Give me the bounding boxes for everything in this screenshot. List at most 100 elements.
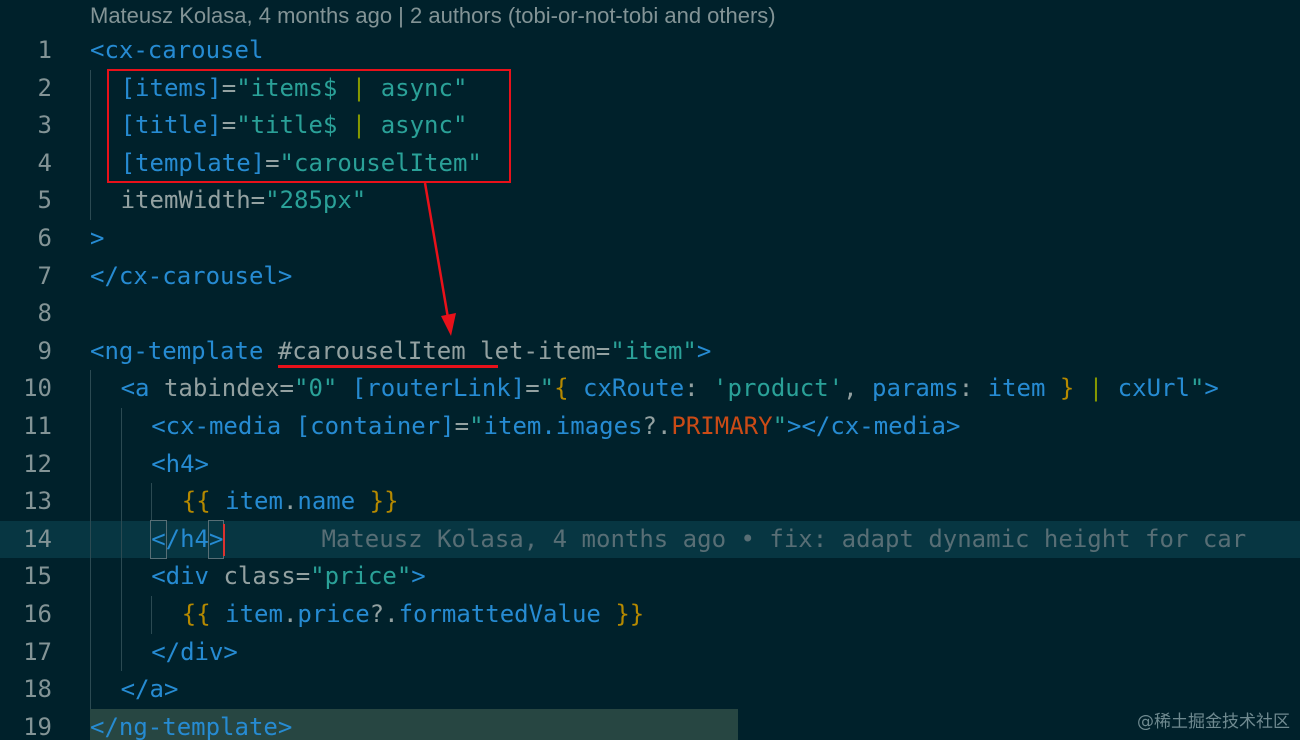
code-token: PRIMARY [671, 412, 773, 440]
code-token: | [1074, 374, 1118, 403]
indent-guide [90, 408, 91, 446]
code-token: name [297, 487, 370, 516]
code-token: </cx-carousel> [90, 261, 293, 290]
code-line[interactable]: 14 </h4> Mateusz Kolasa, 4 months ago • fi… [0, 519, 1300, 560]
code-line[interactable]: 6 > [0, 220, 1300, 258]
line-number[interactable]: 7 [0, 258, 52, 296]
code-line[interactable]: 13 {{ item.name }} [0, 483, 1300, 521]
code-line[interactable]: 11 <cx-media [container]="item.images?.PR… [0, 408, 1300, 446]
code-token: "price" [310, 562, 412, 591]
line-number[interactable]: 5 [0, 182, 52, 220]
codelens-authors[interactable]: Mateusz Kolasa, 4 months ago | 2 authors… [90, 0, 776, 32]
line-content: [template]="carouselItem" [121, 145, 482, 183]
indent-guide [120, 558, 122, 596]
line-number[interactable]: 10 [0, 370, 52, 408]
code-token: "285px" [265, 186, 367, 215]
indent-guide [90, 633, 91, 672]
code-line[interactable]: 16 {{ item.price?.formattedValue }} [0, 596, 1300, 634]
code-line[interactable]: 2 [items]="items$ | async" [0, 69, 1300, 108]
code-token: cxUrl [1117, 374, 1190, 403]
indent-guide [120, 596, 122, 634]
code-token: class [223, 562, 296, 591]
indent-guide [90, 69, 91, 108]
code-token: = [595, 336, 611, 365]
indent-guide [90, 107, 91, 145]
code-editor[interactable]: Mateusz Kolasa, 4 months ago | 2 authors… [0, 0, 1300, 740]
indent-guide [120, 520, 122, 559]
code-token: formattedValue [398, 600, 616, 628]
line-number[interactable]: 18 [0, 671, 52, 709]
line-number[interactable]: 3 [0, 107, 52, 145]
line-content: <cx-carousel [90, 32, 263, 70]
code-line[interactable]: 3 [title]="title$ | async" [0, 107, 1300, 145]
indent-guide [120, 445, 122, 484]
line-content: <cx-media [container]="item.images?.PRIM… [151, 408, 960, 446]
code-line[interactable]: 1 <cx-carousel [0, 32, 1300, 70]
line-number[interactable]: 8 [0, 295, 52, 333]
indent-guide [151, 483, 153, 521]
code-token: tabindex [163, 374, 280, 403]
code-line[interactable]: 9 <ng-template #carouselItem let-item="it… [0, 333, 1300, 371]
code-token: "items$ [236, 73, 352, 102]
line-number[interactable]: 17 [0, 634, 52, 672]
line-content: </div> [151, 634, 238, 672]
code-token: > [411, 562, 426, 591]
line-content: itemWidth="285px" [121, 182, 367, 220]
code-token: = [454, 412, 470, 440]
code-token: ?. [369, 600, 399, 628]
code-token: " [1189, 374, 1205, 403]
line-number[interactable]: 19 [0, 709, 52, 740]
code-line[interactable]: 4 [template]="carouselItem" [0, 144, 1300, 183]
code-token: item [210, 487, 283, 516]
code-token: } [1059, 374, 1075, 403]
code-token: | [351, 111, 367, 140]
line-content: </cx-carousel> [90, 258, 292, 296]
line-number[interactable]: 11 [0, 408, 52, 446]
code-token: {{ [181, 600, 211, 628]
indent-guide [90, 144, 91, 183]
watermark: @稀土掘金技术社区 [1137, 712, 1290, 732]
code-token: item.images [483, 412, 643, 440]
line-number[interactable]: 4 [0, 145, 52, 183]
code-token: [title] [120, 111, 222, 140]
code-line[interactable]: 15 <div class="price"> [0, 558, 1300, 596]
line-number[interactable]: 12 [0, 446, 52, 484]
code-token: . [282, 600, 298, 628]
code-token: . [282, 487, 298, 516]
line-number[interactable]: 15 [0, 558, 52, 596]
code-token: > [207, 519, 225, 560]
code-line[interactable]: 18 </a> [0, 671, 1300, 709]
indent-guide [90, 445, 91, 484]
code-line[interactable]: 19 </ng-template> [0, 708, 1300, 740]
code-token: "item" [610, 336, 697, 365]
line-number[interactable]: 13 [0, 483, 52, 521]
code-token: = [221, 73, 237, 102]
code-token: = [525, 374, 540, 403]
indent-guide [120, 633, 122, 672]
line-number[interactable]: 14 [0, 521, 52, 559]
line-number[interactable]: 9 [0, 333, 52, 371]
code-line[interactable]: 7 </cx-carousel> [0, 258, 1300, 296]
code-token: }} [615, 600, 645, 628]
line-number[interactable]: 1 [0, 32, 52, 70]
code-token: " [539, 374, 555, 403]
code-token: [template] [120, 148, 266, 177]
code-line[interactable]: 10 <a tabindex="0" [routerLink]="{ cxRout… [0, 370, 1300, 408]
code-token: </a> [120, 675, 179, 704]
code-line[interactable]: 5 itemWidth="285px" [0, 182, 1300, 220]
code-line[interactable]: 12 <h4> [0, 445, 1300, 484]
code-token: | [351, 73, 367, 102]
code-line[interactable]: 8 [0, 295, 1300, 333]
code-token: <cx-carousel [90, 36, 264, 64]
code-token: > [1204, 374, 1219, 403]
line-number[interactable]: 16 [0, 596, 52, 634]
code-token: = [295, 562, 311, 591]
line-number[interactable]: 2 [0, 70, 52, 108]
code-token: params [872, 374, 959, 403]
code-token: cxRoute [568, 374, 685, 403]
indent-guide [120, 483, 122, 521]
code-token: , [843, 374, 872, 403]
line-number[interactable]: 6 [0, 220, 52, 258]
code-line[interactable]: 17 </div> [0, 633, 1300, 672]
code-token: [container] [295, 412, 455, 440]
